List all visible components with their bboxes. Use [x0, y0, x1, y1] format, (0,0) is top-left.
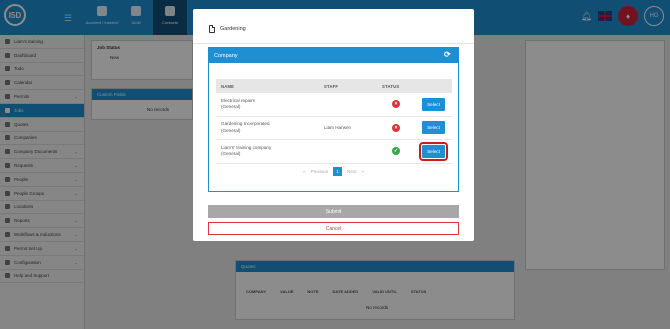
- staff-cell: Liam Hansen: [324, 125, 352, 131]
- company-name-cell: Liam's' training company (General): [216, 145, 324, 158]
- pagination: « Previous 1 Next »: [209, 167, 458, 176]
- last-page-button[interactable]: »: [361, 169, 364, 174]
- next-page-button[interactable]: Next: [347, 169, 356, 174]
- column-header-status: STATUS: [382, 83, 400, 89]
- select-company-modal: Gardening Company ⟳ NAME STAFF STATUS El…: [193, 9, 474, 241]
- select-button[interactable]: Select: [422, 121, 445, 135]
- select-button[interactable]: Select: [419, 141, 448, 161]
- cancel-button[interactable]: Cancel: [208, 222, 459, 235]
- column-header-staff: STAFF: [324, 83, 339, 89]
- company-panel: Company ⟳ NAME STAFF STATUS Electrical r…: [208, 47, 459, 192]
- refresh-icon[interactable]: ⟳: [444, 51, 452, 59]
- status-cell: ×: [382, 123, 422, 132]
- action-cell: Select: [419, 141, 452, 161]
- submit-button[interactable]: Submit: [208, 205, 459, 218]
- document-icon: [209, 25, 215, 33]
- first-page-button[interactable]: «: [303, 169, 306, 174]
- action-cell: Select: [422, 97, 452, 111]
- company-name-cell: Electrical repairs (General): [216, 98, 324, 111]
- table-header: NAME STAFF STATUS: [216, 79, 452, 93]
- inactive-status-icon: ×: [392, 123, 400, 132]
- status-cell: ✓: [382, 147, 422, 156]
- modal-header: Gardening: [209, 25, 246, 33]
- company-table: NAME STAFF STATUS Electrical repairs (Ge…: [216, 79, 452, 164]
- inactive-status-icon: ×: [392, 100, 400, 109]
- divider: [193, 43, 474, 44]
- active-status-icon: ✓: [392, 147, 400, 156]
- panel-title: Company: [214, 52, 238, 59]
- company-name-cell: Gardening Incorporated (General): [216, 121, 324, 134]
- table-row: Gardening Incorporated (General) Liam Ha…: [216, 117, 452, 140]
- column-header-name: NAME: [221, 83, 235, 89]
- current-page-button[interactable]: 1: [333, 167, 343, 176]
- table-row: Electrical repairs (General) × Select: [216, 93, 452, 117]
- select-button[interactable]: Select: [422, 97, 445, 111]
- company-type: (General): [221, 127, 241, 133]
- status-cell: ×: [382, 100, 422, 109]
- modal-title: Gardening: [220, 26, 246, 32]
- panel-header: Company ⟳: [209, 48, 458, 63]
- company-type: (General): [221, 104, 241, 110]
- company-type: (General): [221, 151, 241, 157]
- previous-page-button[interactable]: Previous: [311, 169, 329, 174]
- action-cell: Select: [422, 121, 452, 135]
- table-row: Liam's' training company (General) ✓ Sel…: [216, 140, 452, 164]
